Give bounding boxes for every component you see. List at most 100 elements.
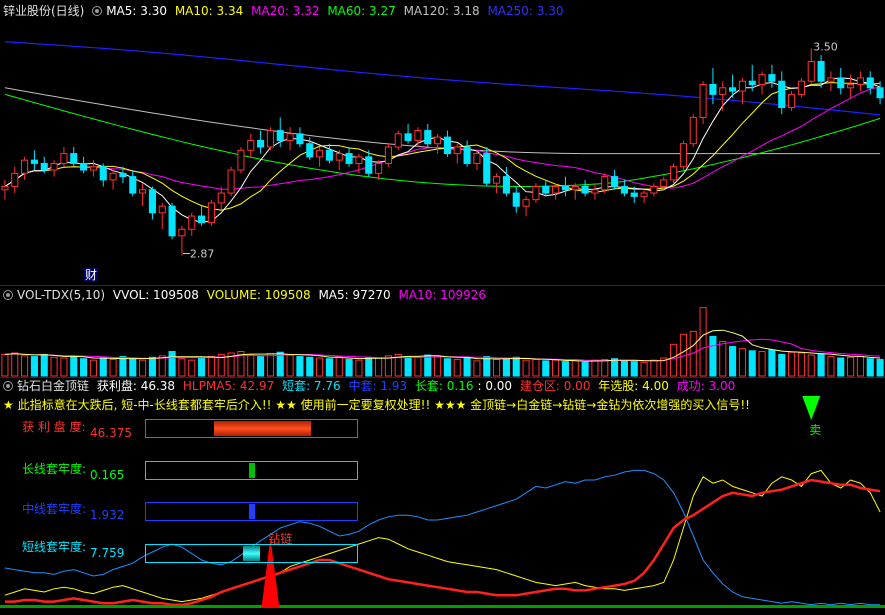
volume-bar <box>502 358 510 377</box>
volume-bar <box>483 356 491 377</box>
indicator-pane[interactable]: 钻链 卖 钻石白金顶链 获利盘: 46.38 HLPMA5: 42.97 短套:… <box>0 378 885 615</box>
volume-bar <box>758 351 766 377</box>
candle-body <box>109 172 117 181</box>
volume-bar <box>611 358 619 377</box>
candle-body <box>463 146 471 164</box>
candle-body <box>139 189 147 194</box>
candle-body <box>89 166 97 171</box>
volume-bar <box>89 359 97 377</box>
volume-bar <box>355 359 363 377</box>
long-trap-gauge-fill <box>248 463 255 478</box>
candle-body <box>148 189 156 214</box>
profit-curve <box>4 478 881 607</box>
candle-body <box>522 199 530 207</box>
candle-body <box>552 185 560 194</box>
candle-body <box>866 77 874 89</box>
volume-bar <box>817 353 825 377</box>
volume-bar <box>296 356 304 377</box>
candle-body <box>237 149 245 171</box>
volume-bar <box>119 356 127 377</box>
candle-body <box>591 189 599 194</box>
volume-bar <box>198 357 206 377</box>
candle-body <box>601 176 609 191</box>
volume-bar <box>11 352 19 377</box>
volume-bar <box>306 356 314 377</box>
candle-body <box>532 185 540 201</box>
mid-trap-gauge-label: 中线套牢度: <box>22 502 87 516</box>
finance-event-marker[interactable]: 财 <box>84 268 99 282</box>
profit-gauge-fill <box>213 421 311 436</box>
volume-bar <box>709 335 717 377</box>
volume-bar <box>453 358 461 377</box>
candle-body <box>345 153 353 164</box>
short-trap-label: 短套: 7.76 <box>282 379 341 393</box>
mid-trap-gauge <box>145 502 358 521</box>
candle-body <box>404 133 412 141</box>
volume-bar <box>837 357 845 377</box>
candle-body <box>30 159 38 164</box>
candle-body <box>355 156 363 164</box>
candle-body <box>788 93 796 109</box>
candle-body <box>158 205 166 214</box>
volume-chart[interactable] <box>0 286 885 377</box>
ma120-line <box>4 87 881 155</box>
profit-label: 获利盘: 46.38 <box>96 379 176 393</box>
volume-pane[interactable]: VOL-TDX(5,10) VVOL: 109508 VOLUME: 10950… <box>0 286 885 377</box>
volume-bar <box>768 349 776 377</box>
candle-body <box>80 162 88 171</box>
short-trap-gauge-value: 7.759 <box>90 546 125 560</box>
volume-bar <box>80 358 88 377</box>
volume-bar <box>276 351 284 377</box>
candlestick-chart[interactable]: 3.50 2.87 <box>0 0 885 285</box>
year-pick-label: 年选股: 4.00 <box>598 379 669 393</box>
candle-body <box>876 87 884 99</box>
volume-bar <box>876 358 884 377</box>
volume-bar <box>257 356 265 377</box>
volume-bar <box>375 357 383 377</box>
indicator-chart[interactable]: 钻链 卖 <box>0 378 885 615</box>
volume-bar <box>719 340 727 377</box>
candle-body <box>778 80 786 109</box>
indicator-notice: ★ 此指标意在大跌后, 短-中-长线套都套牢后介入!! ★★ 使用前一定要复权处… <box>3 398 750 412</box>
volume-bar <box>109 358 117 377</box>
volume-bar <box>748 350 756 377</box>
candle-body <box>689 116 697 145</box>
build-zone-label: 建仓区: 0.00 <box>519 379 591 393</box>
candle-body <box>40 162 48 171</box>
candle-body <box>247 139 255 151</box>
long-trap-extra: : 0.00 <box>477 379 513 393</box>
candle-body <box>325 149 333 161</box>
candle-body <box>414 130 422 141</box>
mid-trap-gauge-value: 1.932 <box>90 508 125 522</box>
mid-trap-gauge-fill <box>248 504 255 519</box>
short-trap-gauge <box>145 544 358 563</box>
candle-body <box>630 192 638 197</box>
volume-bar <box>670 343 678 377</box>
volume-bar <box>30 356 38 377</box>
volume-bar <box>384 355 392 377</box>
candle-body <box>384 146 392 164</box>
candle-body <box>335 153 343 161</box>
mid-trap-label: 中套: 1.93 <box>348 379 408 393</box>
candle-body <box>11 172 19 187</box>
volume-bar <box>807 354 815 377</box>
profit-gauge-label: 获 利 盘 度: <box>22 420 86 434</box>
volume-bar <box>797 352 805 377</box>
chevron-down-icon[interactable] <box>3 381 13 391</box>
candle-body <box>738 80 746 92</box>
volume-bar <box>856 356 864 377</box>
candle-body <box>276 130 284 141</box>
volume-bar <box>404 356 412 377</box>
volume-bar <box>738 348 746 377</box>
candle-body <box>296 133 304 145</box>
volume-bar <box>286 354 294 377</box>
candle-body <box>542 185 550 194</box>
candle-body <box>50 162 58 171</box>
candle-body <box>178 228 186 237</box>
candle-body <box>60 153 68 164</box>
volume-bar <box>335 356 343 377</box>
volume-bar <box>847 356 855 377</box>
candle-body <box>168 205 176 237</box>
price-pane[interactable]: 锌业股份(日线) MA5: 3.30 MA10: 3.34 MA20: 3.32… <box>0 0 885 285</box>
volume-bar <box>40 353 48 377</box>
